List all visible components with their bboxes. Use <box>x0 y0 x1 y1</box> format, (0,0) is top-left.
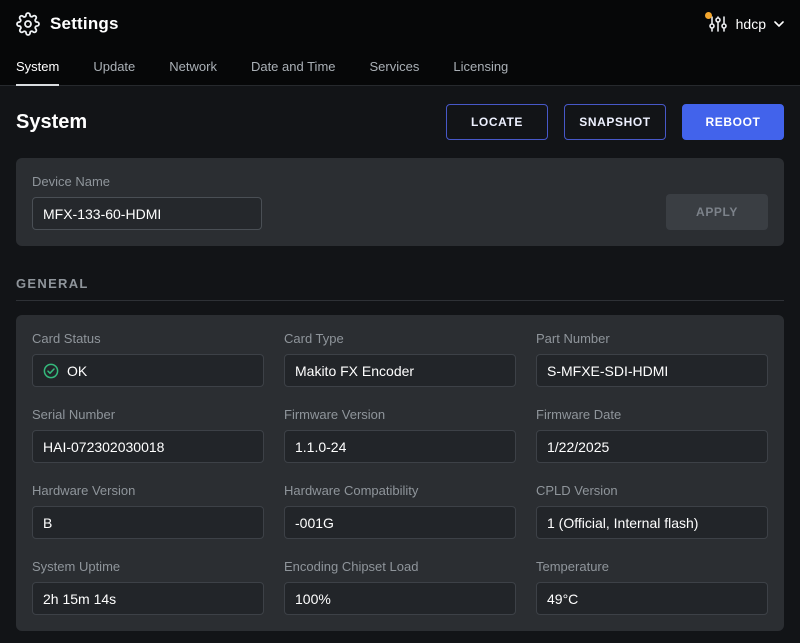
reboot-button[interactable]: REBOOT <box>682 104 784 140</box>
general-section-heading: GENERAL <box>16 276 784 301</box>
field-card-type: Card Type Makito FX Encoder <box>284 331 516 387</box>
field-value: HAI-072302030018 <box>32 430 264 463</box>
field-part-number: Part Number S-MFXE-SDI-HDMI <box>536 331 768 387</box>
field-label: Temperature <box>536 559 768 574</box>
field-cpld-version: CPLD Version 1 (Official, Internal flash… <box>536 483 768 539</box>
field-system-uptime: System Uptime 2h 15m 14s <box>32 559 264 615</box>
field-hardware-version: Hardware Version B <box>32 483 264 539</box>
main-content: System LOCATE SNAPSHOT REBOOT Device Nam… <box>0 104 800 631</box>
field-value: 1.1.0-24 <box>284 430 516 463</box>
field-label: Firmware Date <box>536 407 768 422</box>
tab-update[interactable]: Update <box>93 59 135 85</box>
field-value-text: HAI-072302030018 <box>43 439 164 455</box>
settings-gear-icon <box>16 12 40 36</box>
field-label: Hardware Version <box>32 483 264 498</box>
general-card: Card Status OK Card Type Makito FX Encod… <box>16 315 784 631</box>
field-label: System Uptime <box>32 559 264 574</box>
tab-system[interactable]: System <box>16 59 59 85</box>
check-circle-icon <box>43 363 59 379</box>
settings-page: Settings hdcp System Update Network Date… <box>0 0 800 631</box>
tab-network[interactable]: Network <box>169 59 217 85</box>
field-label: Part Number <box>536 331 768 346</box>
snapshot-button[interactable]: SNAPSHOT <box>564 104 666 140</box>
app-title: Settings <box>50 14 119 34</box>
page-title: System <box>16 111 87 134</box>
field-value-text: B <box>43 515 52 531</box>
field-value: 1 (Official, Internal flash) <box>536 506 768 539</box>
field-serial-number: Serial Number HAI-072302030018 <box>32 407 264 463</box>
field-label: Hardware Compatibility <box>284 483 516 498</box>
general-fields-grid: Card Status OK Card Type Makito FX Encod… <box>32 331 768 615</box>
field-value-text: 100% <box>295 591 331 607</box>
page-actions: LOCATE SNAPSHOT REBOOT <box>446 104 784 140</box>
device-name-card: Device Name APPLY <box>16 158 784 246</box>
user-menu-label: hdcp <box>736 16 766 32</box>
notification-dot <box>705 12 712 19</box>
field-value-text: 49°C <box>547 591 578 607</box>
top-bar: Settings hdcp <box>0 0 800 48</box>
field-label: Card Type <box>284 331 516 346</box>
field-value: -001G <box>284 506 516 539</box>
field-value-text: S-MFXE-SDI-HDMI <box>547 363 668 379</box>
chevron-down-icon <box>774 21 784 27</box>
field-value-text: Makito FX Encoder <box>295 363 414 379</box>
field-value-text: 1.1.0-24 <box>295 439 346 455</box>
field-value: 100% <box>284 582 516 615</box>
field-value: OK <box>32 354 264 387</box>
tab-bar: System Update Network Date and Time Serv… <box>0 48 800 86</box>
page-header: System LOCATE SNAPSHOT REBOOT <box>16 104 784 140</box>
field-card-status: Card Status OK <box>32 331 264 387</box>
field-value-text: 2h 15m 14s <box>43 591 116 607</box>
general-heading-label: GENERAL <box>16 276 89 291</box>
user-menu[interactable]: hdcp <box>708 14 784 34</box>
field-value: B <box>32 506 264 539</box>
field-firmware-version: Firmware Version 1.1.0-24 <box>284 407 516 463</box>
device-name-label: Device Name <box>32 174 262 189</box>
device-name-input[interactable] <box>32 197 262 230</box>
field-value: 2h 15m 14s <box>32 582 264 615</box>
field-label: Encoding Chipset Load <box>284 559 516 574</box>
field-value: 49°C <box>536 582 768 615</box>
locate-button[interactable]: LOCATE <box>446 104 548 140</box>
field-firmware-date: Firmware Date 1/22/2025 <box>536 407 768 463</box>
field-label: Card Status <box>32 331 264 346</box>
device-name-field: Device Name <box>32 174 262 230</box>
field-value-text: 1/22/2025 <box>547 439 609 455</box>
field-value-text: OK <box>67 363 87 379</box>
tab-date-and-time[interactable]: Date and Time <box>251 59 336 85</box>
field-encoding-chipset-load: Encoding Chipset Load 100% <box>284 559 516 615</box>
sliders-icon <box>708 14 728 34</box>
field-value-text: 1 (Official, Internal flash) <box>547 515 698 531</box>
brand: Settings <box>16 12 119 36</box>
field-temperature: Temperature 49°C <box>536 559 768 615</box>
field-value: Makito FX Encoder <box>284 354 516 387</box>
field-value: S-MFXE-SDI-HDMI <box>536 354 768 387</box>
tab-licensing[interactable]: Licensing <box>453 59 508 85</box>
field-label: CPLD Version <box>536 483 768 498</box>
tab-services[interactable]: Services <box>370 59 420 85</box>
field-value-text: -001G <box>295 515 334 531</box>
field-value: 1/22/2025 <box>536 430 768 463</box>
apply-button[interactable]: APPLY <box>666 194 768 230</box>
field-label: Firmware Version <box>284 407 516 422</box>
field-hardware-compatibility: Hardware Compatibility -001G <box>284 483 516 539</box>
field-label: Serial Number <box>32 407 264 422</box>
